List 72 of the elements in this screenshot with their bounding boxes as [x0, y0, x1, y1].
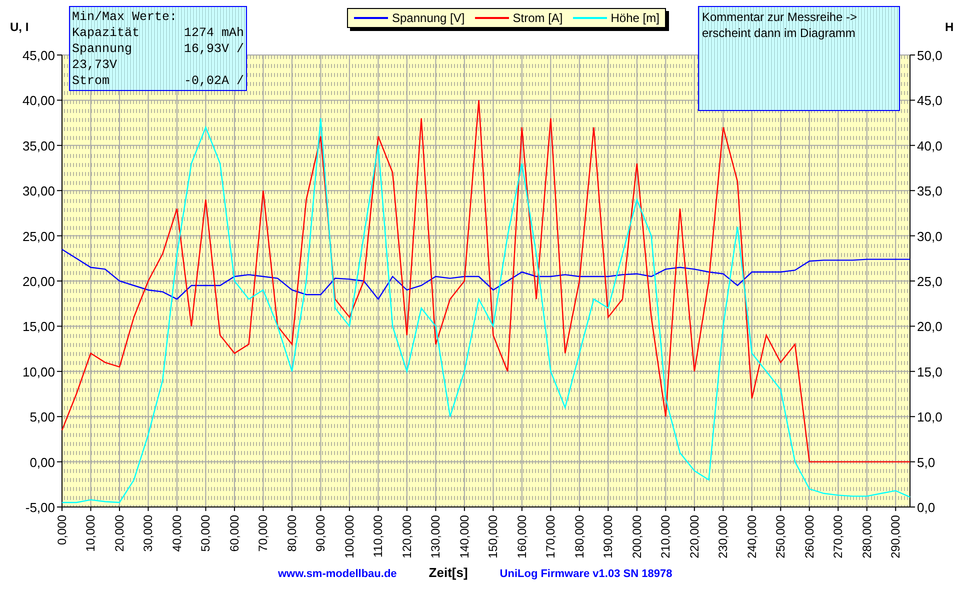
y-tick-label: -5,00	[25, 500, 55, 515]
x-tick-label: 170,000	[544, 515, 558, 558]
x-tick-label: 280,000	[860, 515, 874, 558]
x-tick-label: 110,000	[371, 515, 386, 558]
y-tick-label: 35,00	[22, 138, 55, 154]
x-tick-label: 10,000	[84, 515, 98, 552]
x-tick-label: 200,000	[630, 515, 644, 558]
x-tick-label: 250,000	[774, 515, 788, 558]
y-tick-label: 25,00	[22, 228, 55, 244]
y-tick-label: 20,0	[917, 319, 942, 334]
x-tick-label: 0,000	[55, 515, 69, 546]
x-tick-label: 20,000	[112, 515, 126, 552]
website-link[interactable]: www.sm-modellbau.de	[278, 568, 397, 580]
y-tick-label: 45,00	[22, 48, 55, 63]
x-tick-label: 120,000	[400, 515, 414, 558]
stat-label: Spannung	[72, 41, 132, 57]
x-tick-label: 260,000	[802, 515, 816, 558]
y-tick-label: 0,0	[917, 500, 936, 515]
panel-title: Min/Max Werte:	[72, 10, 178, 24]
x-tick-label: 100,000	[342, 515, 356, 558]
stat-label: Kapazität	[72, 25, 140, 41]
legend-line-icon	[354, 17, 388, 19]
stat-value: 16,93V /	[184, 41, 244, 57]
legend-line-icon	[474, 17, 509, 19]
y-tick-label: 40,0	[917, 138, 942, 154]
y-tick-label: 0,00	[30, 454, 55, 470]
y-tick-label: 35,0	[917, 184, 942, 199]
x-tick-label: 60,000	[227, 515, 242, 552]
x-axis-title: Zeit[s]	[428, 565, 468, 580]
x-tick-label: 40,000	[170, 515, 184, 552]
legend-label: Höhe [m]	[610, 11, 660, 25]
y-tick-label: 45,0	[917, 93, 942, 108]
x-tick-label: 30,000	[141, 515, 156, 552]
x-tick-label: 160,000	[514, 515, 529, 558]
y-tick-label: 10,0	[917, 410, 942, 425]
y-tick-label: 10,00	[22, 364, 55, 380]
stat-value: -0,02A /	[184, 73, 244, 89]
x-tick-label: 230,000	[716, 515, 730, 558]
x-tick-label: 90,000	[314, 515, 328, 552]
stat-value: 1274 mAh	[184, 25, 244, 41]
right-axis-title: H	[945, 20, 954, 34]
x-tick-label: 290,000	[888, 515, 903, 558]
x-tick-label: 210,000	[658, 515, 673, 558]
stat-label: Strom	[72, 73, 110, 89]
x-tick-label: 140,000	[457, 515, 472, 558]
y-tick-label: 15,0	[917, 364, 942, 380]
x-tick-label: 130,000	[428, 515, 443, 558]
x-tick-label: 220,000	[687, 515, 702, 558]
comment-text: Kommentar zur Messreihe -> erscheint dann im Diagramm	[702, 9, 858, 41]
y-tick-label: 20,00	[22, 274, 55, 289]
x-tick-label: 270,000	[831, 515, 846, 558]
x-tick-label: 70,000	[256, 515, 270, 552]
y-tick-label: 25,0	[917, 274, 942, 289]
stat-label: 23,73V	[72, 57, 118, 73]
x-tick-label: 240,000	[744, 515, 759, 558]
firmware-label: UniLog Firmware v1.03 SN 18978	[500, 568, 672, 580]
y-tick-label: 5,00	[30, 410, 55, 425]
y-tick-label: 30,0	[917, 228, 942, 244]
y-tick-label: 15,00	[22, 319, 55, 334]
y-tick-label: 40,00	[22, 93, 55, 108]
legend-label: Strom [A]	[512, 11, 563, 25]
y-tick-label: 5,0	[917, 454, 936, 470]
legend-line-icon	[572, 17, 607, 19]
x-tick-label: 180,000	[572, 515, 586, 558]
x-tick-label: 150,000	[486, 515, 500, 558]
x-tick-label: 80,000	[284, 515, 299, 552]
x-tick-label: 50,000	[198, 515, 213, 552]
legend-label: Spannung [V]	[392, 11, 465, 25]
left-axis-title: U, I	[10, 20, 29, 34]
x-tick-label: 190,000	[601, 515, 616, 558]
y-tick-label: 30,00	[22, 184, 55, 199]
y-tick-label: 50,0	[917, 48, 942, 63]
